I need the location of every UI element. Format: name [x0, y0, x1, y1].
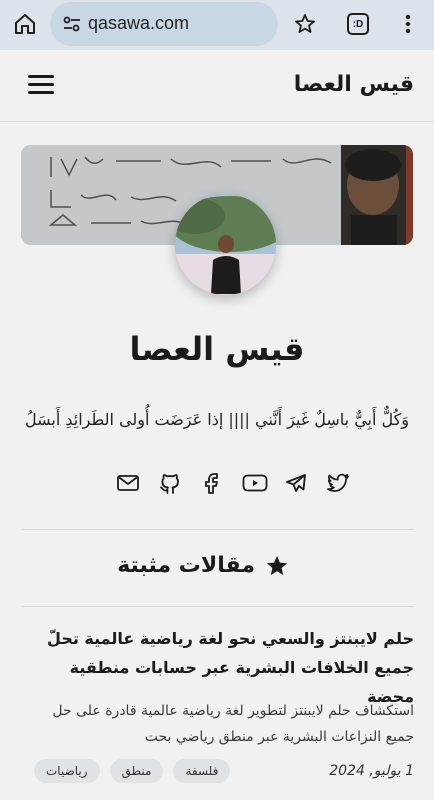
featured-heading: مقالات مثبتة [117, 553, 289, 578]
bookmark-star-icon[interactable] [293, 12, 317, 36]
home-icon[interactable] [12, 11, 38, 37]
featured-heading-text: مقالات مثبتة [117, 553, 255, 578]
profile-name: قيس العصا [129, 330, 305, 368]
article-date: 1 يوليو, 2024 [329, 763, 414, 779]
article-tags: رياضيات منطق فلسفة [34, 759, 231, 783]
telegram-icon[interactable] [284, 471, 308, 495]
address-bar[interactable]: qasawa.com [50, 2, 278, 46]
profile-bio: وَكُلٌّ أَبِيٌّ باسِلٌ غَيرَ أَنَّني |||… [25, 410, 409, 429]
site-settings-icon[interactable] [62, 14, 82, 34]
browser-toolbar: qasawa.com :D [0, 0, 434, 50]
facebook-icon[interactable] [200, 471, 224, 495]
hamburger-menu-icon[interactable] [28, 75, 54, 95]
tag-chip[interactable]: رياضيات [34, 759, 100, 783]
site-title[interactable]: قيس العصا [294, 72, 414, 97]
tag-chip[interactable]: منطق [109, 759, 164, 783]
section-divider [22, 529, 414, 530]
site-header: قيس العصا [0, 52, 434, 122]
avatar [175, 194, 276, 295]
email-icon[interactable] [116, 471, 140, 495]
url-text[interactable]: qasawa.com [88, 13, 189, 34]
github-icon[interactable] [158, 471, 182, 495]
more-options-icon[interactable] [400, 12, 416, 36]
social-links [116, 470, 349, 496]
twitter-icon[interactable] [326, 471, 350, 495]
section-divider [22, 606, 414, 607]
tab-switcher-button[interactable]: :D [347, 13, 369, 35]
article-excerpt: استكشاف حلم لايبنتز لتطوير لغة رياضية عا… [52, 703, 414, 745]
tag-chip[interactable]: فلسفة [173, 759, 231, 783]
star-icon [265, 554, 289, 578]
youtube-icon[interactable] [242, 471, 268, 495]
